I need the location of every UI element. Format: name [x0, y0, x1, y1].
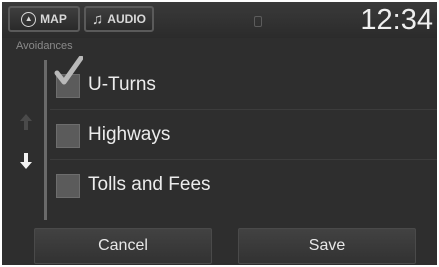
option-label: Highways [88, 124, 171, 145]
status-indicator-icon [254, 16, 262, 27]
checkbox[interactable] [56, 124, 80, 148]
scroll-track [44, 60, 47, 220]
map-button-label: MAP [40, 12, 67, 26]
audio-button-label: AUDIO [107, 12, 146, 26]
option-row-tolls-and-fees[interactable]: Tolls and Fees [50, 162, 437, 210]
option-label: Tolls and Fees [88, 174, 211, 195]
map-button[interactable]: ▲ MAP [8, 6, 80, 32]
scroll-down-arrow-icon[interactable] [19, 152, 33, 170]
save-button[interactable]: Save [238, 228, 416, 264]
option-row-u-turns[interactable]: U-Turns [50, 56, 437, 110]
top-bar: ▲ MAP ♫ AUDIO 12:34 [2, 2, 437, 38]
row-divider [50, 109, 437, 110]
option-label: U-Turns [88, 74, 156, 95]
audio-button[interactable]: ♫ AUDIO [84, 6, 154, 32]
checkbox[interactable] [56, 174, 80, 198]
checkmark-icon [54, 56, 83, 85]
option-row-highways[interactable]: Highways [50, 112, 437, 160]
row-divider [50, 159, 437, 160]
music-note-icon: ♫ [92, 10, 104, 28]
cancel-button[interactable]: Cancel [34, 228, 212, 264]
section-title: Avoidances [16, 40, 73, 52]
compass-icon: ▲ [21, 11, 37, 27]
clock: 12:34 [360, 4, 433, 36]
scroll-up-arrow-icon[interactable] [19, 113, 33, 131]
nav-screen: ▲ MAP ♫ AUDIO 12:34 Avoidances U-Turns H… [2, 2, 437, 265]
